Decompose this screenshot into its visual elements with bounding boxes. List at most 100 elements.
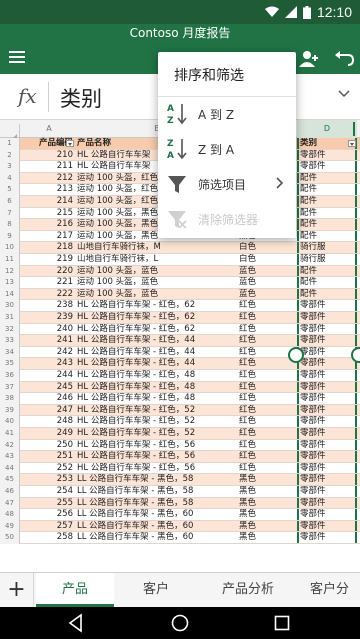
row-number[interactable]: 44 bbox=[0, 462, 20, 475]
row-number[interactable]: 35 bbox=[0, 358, 20, 370]
column-header-a[interactable]: A bbox=[21, 124, 77, 133]
clear-filter-item: 清除筛选器 bbox=[158, 202, 296, 236]
row-number[interactable]: 36 bbox=[0, 370, 20, 382]
table-row[interactable]: 48 256 LL 公路自行车车架 - 黑色，60 黑色 零部件 bbox=[0, 509, 360, 521]
column-selection-edge bbox=[353, 122, 355, 136]
share-person-icon[interactable] bbox=[297, 47, 321, 71]
menu-title: 排序和筛选 bbox=[174, 68, 244, 84]
row-number[interactable]: 31 bbox=[0, 312, 20, 324]
row-number[interactable]: 45 bbox=[0, 474, 20, 486]
table-row[interactable]: 38 246 HL 公路自行车车架 - 红色，48 红色 零部件 bbox=[0, 393, 360, 405]
table-row[interactable]: 34 242 HL 公路自行车车架 - 红色，44 红色 零部件 bbox=[0, 346, 360, 359]
table-row[interactable]: 35 243 HL 公路自行车车架 - 红色，44 红色 零部件 bbox=[0, 358, 360, 370]
row-number[interactable]: 37 bbox=[0, 381, 20, 394]
table-row[interactable]: 33 241 HL 公路自行车车架 - 红色，44 红色 零部件 bbox=[0, 335, 360, 347]
tab-product-analysis[interactable]: 产品分析 bbox=[198, 573, 298, 607]
hamburger-menu-button[interactable] bbox=[6, 48, 28, 70]
table-row[interactable]: 11 219 山地自行车骑行袜，L 白色 骑行服 bbox=[0, 254, 360, 266]
wifi-icon bbox=[264, 6, 279, 17]
clear-filter-icon bbox=[168, 211, 187, 229]
table-row[interactable]: 32 240 HL 公路自行车车架 - 红色，62 红色 零部件 bbox=[0, 323, 360, 336]
signal-icon bbox=[284, 6, 297, 18]
table-row[interactable]: 14 222 运动 100 头盔，蓝色 蓝色 配件 bbox=[0, 288, 360, 301]
tab-customers[interactable]: 客户 bbox=[116, 573, 196, 607]
row-number[interactable]: 33 bbox=[0, 335, 20, 347]
column-header-d[interactable]: D bbox=[297, 120, 357, 138]
sort-a-to-z-item[interactable]: A Z A 到 Z bbox=[158, 97, 296, 131]
menu-item-label: 清除筛选器 bbox=[198, 213, 259, 227]
row-number[interactable]: 50 bbox=[0, 532, 20, 544]
row-number[interactable]: 49 bbox=[0, 520, 20, 533]
row-number[interactable]: 38 bbox=[0, 393, 20, 405]
row-number[interactable]: 9 bbox=[0, 230, 20, 243]
sort-filter-menu: 排序和筛选 A Z A 到 Z Z A Z 到 A 筛选项目 清除筛选器 bbox=[158, 52, 296, 238]
table-row[interactable]: 44 252 HL 公路自行车车架 - 红色，56 红色 零部件 bbox=[0, 462, 360, 475]
back-icon[interactable] bbox=[66, 613, 86, 633]
row-number[interactable]: 47 bbox=[0, 497, 20, 510]
row-number[interactable]: 5 bbox=[0, 184, 20, 196]
sort-z-to-a-item[interactable]: Z A Z 到 A bbox=[158, 132, 296, 166]
row-number[interactable]: 2 bbox=[0, 149, 20, 162]
row-number[interactable]: 10 bbox=[0, 242, 20, 254]
table-row[interactable]: 41 249 HL 公路自行车车架 - 红色，52 红色 零部件 bbox=[0, 428, 360, 440]
home-icon[interactable] bbox=[170, 613, 190, 633]
row-number[interactable]: 48 bbox=[0, 509, 20, 521]
row-number[interactable]: 11 bbox=[0, 254, 20, 266]
table-row[interactable]: 47 255 LL 公路自行车车架 - 黑色，58 黑色 零部件 bbox=[0, 497, 360, 510]
chevron-down-icon[interactable] bbox=[338, 90, 350, 98]
tab-customer-analysis[interactable]: 客户分 bbox=[300, 573, 360, 607]
table-row[interactable]: 36 244 HL 公路自行车车架 - 红色，48 红色 零部件 bbox=[0, 370, 360, 382]
table-row[interactable]: 49 257 LL 公路自行车车架 - 黑色，60 黑色 零部件 bbox=[0, 520, 360, 533]
table-row[interactable]: 46 254 LL 公路自行车车架 - 黑色，58 黑色 零部件 bbox=[0, 486, 360, 498]
undo-icon[interactable] bbox=[332, 47, 356, 71]
table-row[interactable]: 37 245 HL 公路自行车车架 - 红色，48 红色 零部件 bbox=[0, 381, 360, 394]
svg-text:A: A bbox=[167, 104, 174, 114]
tab-products[interactable]: 产品 bbox=[36, 573, 114, 607]
menu-item-label: Z 到 A bbox=[198, 143, 235, 157]
table-row[interactable]: 12 220 运动 100 头盔，蓝色 蓝色 配件 bbox=[0, 265, 360, 278]
sort-descending-icon: Z A bbox=[167, 139, 187, 161]
row-number[interactable]: 4 bbox=[0, 172, 20, 185]
add-sheet-button[interactable]: + bbox=[0, 573, 34, 607]
table-row[interactable]: 50 258 LL 公路自行车车架 - 黑色，60 黑色 零部件 bbox=[0, 532, 360, 544]
row-number[interactable]: 3 bbox=[0, 161, 20, 173]
filter-items-item[interactable]: 筛选项目 bbox=[158, 167, 296, 201]
table-row[interactable]: 43 251 HL 公路自行车车架 - 红色，56 红色 零部件 bbox=[0, 451, 360, 463]
row-number[interactable]: 13 bbox=[0, 277, 20, 289]
row-number[interactable]: 32 bbox=[0, 323, 20, 336]
divider bbox=[48, 82, 49, 112]
table-row[interactable]: 45 253 LL 公路自行车车架 - 黑色，58 黑色 零部件 bbox=[0, 474, 360, 486]
recents-icon[interactable] bbox=[272, 613, 292, 633]
row-number[interactable]: 7 bbox=[0, 207, 20, 220]
row-number[interactable]: 41 bbox=[0, 428, 20, 440]
table-row[interactable]: 39 247 HL 公路自行车车架 - 红色，52 红色 零部件 bbox=[0, 404, 360, 417]
row-number[interactable]: 34 bbox=[0, 346, 20, 359]
row-number[interactable]: 1 bbox=[0, 138, 20, 150]
row-number[interactable]: 30 bbox=[0, 300, 20, 312]
row-number[interactable]: 14 bbox=[0, 288, 20, 301]
document-title: Contoso 月度报告 bbox=[0, 24, 360, 44]
table-row[interactable]: 40 248 HL 公路自行车车架 - 红色，52 红色 零部件 bbox=[0, 416, 360, 428]
filter-dropdown-icon[interactable] bbox=[66, 140, 74, 147]
formula-input[interactable]: 类别 bbox=[60, 83, 102, 113]
row-number[interactable]: 42 bbox=[0, 439, 20, 452]
row-number[interactable]: 12 bbox=[0, 265, 20, 278]
row-number[interactable]: 40 bbox=[0, 416, 20, 428]
row-number[interactable]: 39 bbox=[0, 404, 20, 417]
status-bar: 12:10 bbox=[0, 0, 360, 24]
table-row[interactable]: 13 221 运动 100 头盔，蓝色 蓝色 配件 bbox=[0, 277, 360, 289]
sort-ascending-icon: A Z bbox=[167, 104, 187, 126]
filter-dropdown-icon[interactable] bbox=[348, 140, 356, 147]
fx-icon[interactable]: fx bbox=[18, 84, 37, 108]
table-row[interactable]: 30 238 HL 公路自行车车架 - 红色，62 红色 零部件 bbox=[0, 300, 360, 312]
selection-handle-right[interactable] bbox=[351, 347, 360, 363]
row-number[interactable]: 6 bbox=[0, 196, 20, 208]
table-row[interactable]: 10 218 山地自行车骑行袜，M 白色 骑行服 bbox=[0, 242, 360, 254]
clock: 12:10 bbox=[316, 4, 352, 20]
row-number[interactable]: 8 bbox=[0, 219, 20, 231]
selection-handle-left[interactable] bbox=[288, 347, 304, 363]
row-number[interactable]: 43 bbox=[0, 451, 20, 463]
table-row[interactable]: 42 250 HL 公路自行车车架 - 红色，56 红色 零部件 bbox=[0, 439, 360, 452]
row-number[interactable]: 46 bbox=[0, 486, 20, 498]
table-row[interactable]: 31 239 HL 公路自行车车架 - 红色，62 红色 零部件 bbox=[0, 312, 360, 324]
